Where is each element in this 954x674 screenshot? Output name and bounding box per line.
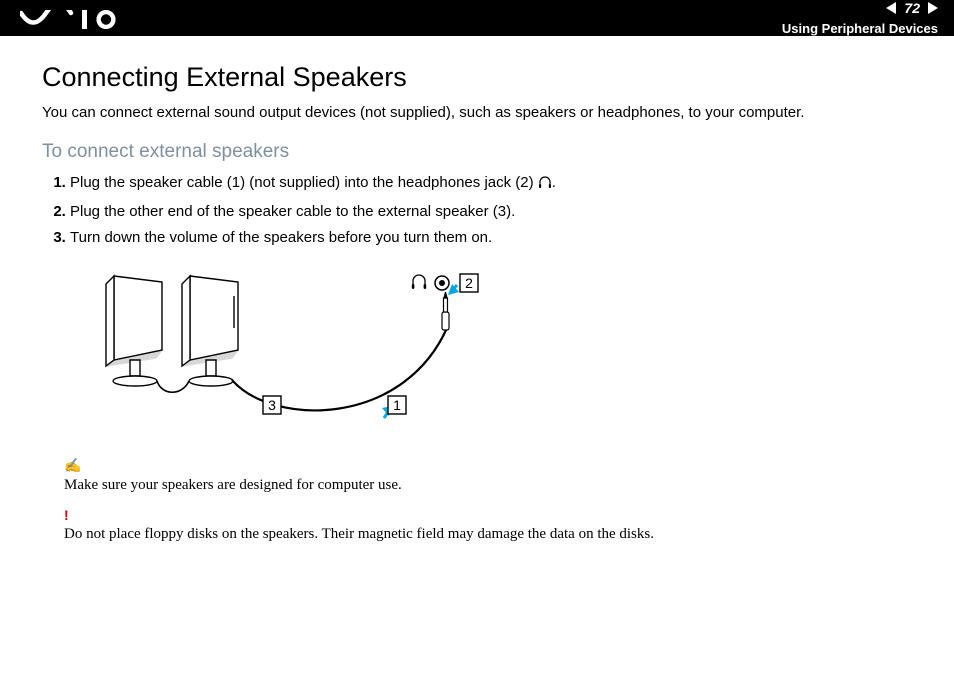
- subheading: To connect external speakers: [42, 141, 912, 163]
- nav-next-icon[interactable]: [928, 2, 938, 14]
- headphones-icon: [538, 175, 552, 195]
- note-warning-text: Do not place floppy disks on the speaker…: [64, 526, 654, 542]
- note-warning: ! Do not place floppy disks on the speak…: [64, 507, 912, 545]
- step-2: Plug the other end of the speaker cable …: [70, 202, 912, 222]
- page-number: 72: [904, 0, 920, 17]
- page-title: Connecting External Speakers: [42, 62, 912, 93]
- connection-diagram: 3 1 2: [62, 268, 912, 443]
- breadcrumb: Using Peripheral Devices: [782, 17, 938, 37]
- vaio-logo: [20, 8, 128, 29]
- page-content: Connecting External Speakers You can con…: [0, 36, 954, 576]
- diagram-label-1: 1: [393, 397, 401, 413]
- tip-icon: ✍: [64, 459, 81, 474]
- warning-icon: !: [64, 507, 69, 523]
- page-header: 72 Using Peripheral Devices: [0, 0, 954, 36]
- intro-text: You can connect external sound output de…: [42, 103, 912, 123]
- note-tip: ✍ Make sure your speakers are designed f…: [64, 457, 912, 495]
- step-1-text: Plug the speaker cable (1) (not supplied…: [70, 174, 538, 191]
- step-1-suffix: .: [552, 174, 556, 191]
- note-tip-text: Make sure your speakers are designed for…: [64, 477, 402, 493]
- step-3: Turn down the volume of the speakers bef…: [70, 228, 912, 248]
- steps-list: Plug the speaker cable (1) (not supplied…: [42, 173, 912, 248]
- diagram-label-3: 3: [268, 397, 276, 413]
- step-1: Plug the speaker cable (1) (not supplied…: [70, 173, 912, 195]
- diagram-label-2: 2: [465, 275, 473, 291]
- nav-prev-icon[interactable]: [886, 2, 896, 14]
